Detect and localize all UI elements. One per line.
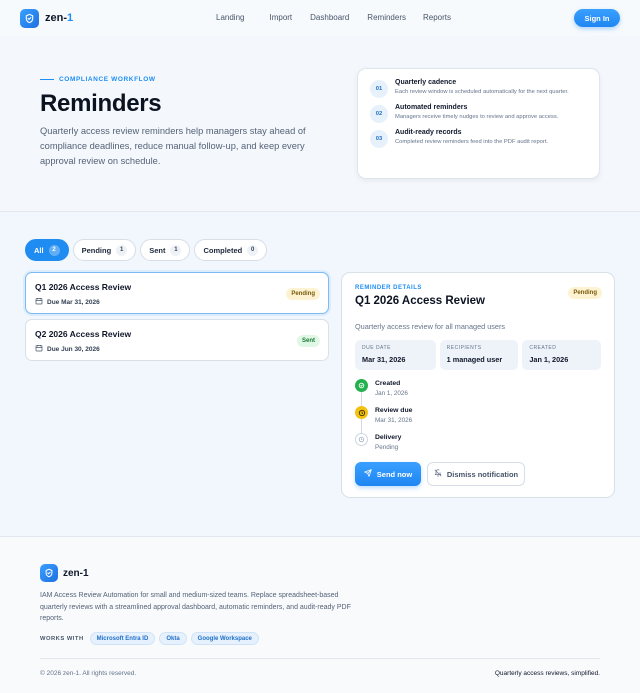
- status-badge: Sent: [296, 335, 320, 347]
- footer: zen-1 IAM Access Review Automation for s…: [0, 536, 640, 693]
- reminders-section: All 2 Pending 1 Sent 1 Completed 0 Q1 2026 A…: [0, 211, 640, 536]
- copyright: © 2026 zen-1. All rights reserved.: [40, 670, 137, 677]
- meta-due-date: DUE DATE Mar 31, 2026: [355, 340, 436, 370]
- timeline-item: Created Jan 1, 2026: [355, 379, 601, 406]
- shield-icon: [40, 564, 58, 582]
- bell-off-icon: [434, 469, 442, 479]
- brand-logo[interactable]: zen-1: [20, 8, 74, 28]
- detail-subtitle: Quarterly access review for all managed …: [355, 322, 506, 331]
- timeline-item: Delivery Pending: [355, 433, 601, 460]
- hero-section: COMPLIANCE WORKFLOW Reminders Quarterly …: [0, 36, 640, 211]
- status-badge: Pending: [286, 288, 320, 300]
- step-description: Managers receive timely nudges to review…: [395, 114, 559, 120]
- timeline-item: Review due Mar 31, 2026: [355, 406, 601, 433]
- integration-tag: Okta: [159, 632, 187, 645]
- status-badge: Pending: [568, 287, 602, 299]
- hero-description: Quarterly access review reminders help m…: [40, 126, 306, 167]
- reminder-detail-panel: REMINDER DETAILS Q1 2026 Access Review P…: [341, 272, 615, 498]
- reminder-card[interactable]: Q2 2026 Access Review Due Jun 30, 2026 S…: [25, 319, 329, 361]
- footer-tagline: Quarterly access reviews, simplified.: [494, 670, 600, 677]
- check-icon: [355, 379, 368, 392]
- step-number: 02: [370, 105, 388, 123]
- send-now-button[interactable]: Send now: [355, 462, 421, 486]
- step-description: Each review window is scheduled automati…: [395, 89, 569, 95]
- filter-completed[interactable]: Completed 0: [194, 239, 268, 261]
- detail-meta: DUE DATE Mar 31, 2026 RECIPIENTS 1 managed…: [355, 340, 602, 370]
- step-item: 03 Audit-ready records Completed review r…: [370, 129, 587, 148]
- calendar-icon: [35, 297, 43, 307]
- step-description: Completed review reminders feed into the…: [395, 139, 549, 145]
- filter-sent[interactable]: Sent 1: [140, 239, 191, 261]
- timeline: Created Jan 1, 2026 Review due Mar 31, 202…: [355, 379, 601, 460]
- top-nav: zen-1 Landing Import Dashboard Reminders…: [0, 0, 640, 36]
- filter-pending[interactable]: Pending 1: [72, 239, 137, 261]
- works-with-label: WORKS WITH: [40, 635, 84, 642]
- works-with: WORKS WITH Microsoft Entra ID Okta Googl…: [40, 632, 259, 645]
- reminder-card[interactable]: Q1 2026 Access Review Due Mar 31, 2026 P…: [25, 272, 329, 314]
- step-title: Quarterly cadence: [395, 79, 457, 86]
- step-title: Automated reminders: [395, 104, 468, 111]
- reminder-due: Due Mar 31, 2026: [35, 297, 319, 307]
- reminder-title: Q2 2026 Access Review: [35, 329, 132, 339]
- filter-count: 1: [170, 244, 182, 256]
- filter-tabs: All 2 Pending 1 Sent 1 Completed 0: [25, 239, 268, 261]
- footer-brand[interactable]: zen-1: [40, 564, 89, 582]
- page-title: Reminders: [40, 90, 162, 117]
- footer-divider: [40, 658, 600, 659]
- hero-eyebrow: COMPLIANCE WORKFLOW: [40, 76, 156, 83]
- nav-link-landing[interactable]: Landing: [216, 13, 244, 22]
- nav-link-reminders[interactable]: Reminders: [367, 13, 406, 22]
- calendar-icon: [35, 344, 43, 354]
- nav-links: Landing Import Dashboard Reminders Repor…: [216, 13, 451, 22]
- footer-description: IAM Access Review Automation for small a…: [40, 592, 351, 623]
- meta-created: CREATED Jan 1, 2026: [522, 340, 602, 370]
- send-icon: [364, 469, 372, 479]
- step-number: 01: [370, 80, 388, 98]
- filter-count: 1: [116, 244, 128, 256]
- nav-link-reports[interactable]: Reports: [423, 13, 451, 22]
- dismiss-notification-button[interactable]: Dismiss notification: [427, 462, 525, 486]
- integration-tag: Microsoft Entra ID: [89, 632, 156, 645]
- brand-name: zen-1: [45, 12, 74, 24]
- detail-title: Q1 2026 Access Review: [355, 295, 485, 307]
- integration-tag: Google Workspace: [190, 632, 259, 645]
- detail-actions: Send now Dismiss notification: [355, 462, 601, 486]
- reminder-due: Due Jun 30, 2026: [35, 344, 319, 354]
- detail-eyebrow: REMINDER DETAILS: [355, 285, 422, 291]
- filter-count: 0: [247, 244, 259, 256]
- shield-icon: [20, 8, 39, 28]
- workflow-steps-card: 01 Quarterly cadence Each review window i…: [357, 68, 600, 179]
- step-number: 03: [370, 130, 388, 148]
- step-item: 01 Quarterly cadence Each review window i…: [370, 79, 587, 98]
- nav-link-dashboard[interactable]: Dashboard: [310, 13, 349, 22]
- filter-all[interactable]: All 2: [25, 239, 69, 261]
- sign-in-button[interactable]: Sign In: [574, 9, 620, 27]
- clock-icon: [355, 433, 368, 446]
- step-item: 02 Automated reminders Managers receive t…: [370, 104, 587, 123]
- nav-link-import[interactable]: Import: [269, 13, 292, 22]
- footer-brand-name: zen-1: [63, 567, 89, 579]
- reminder-title: Q1 2026 Access Review: [35, 282, 132, 292]
- filter-count: 2: [48, 244, 60, 256]
- meta-recipients: RECIPIENTS 1 managed user: [439, 340, 519, 370]
- clock-icon: [355, 406, 368, 419]
- step-title: Audit-ready records: [395, 129, 462, 136]
